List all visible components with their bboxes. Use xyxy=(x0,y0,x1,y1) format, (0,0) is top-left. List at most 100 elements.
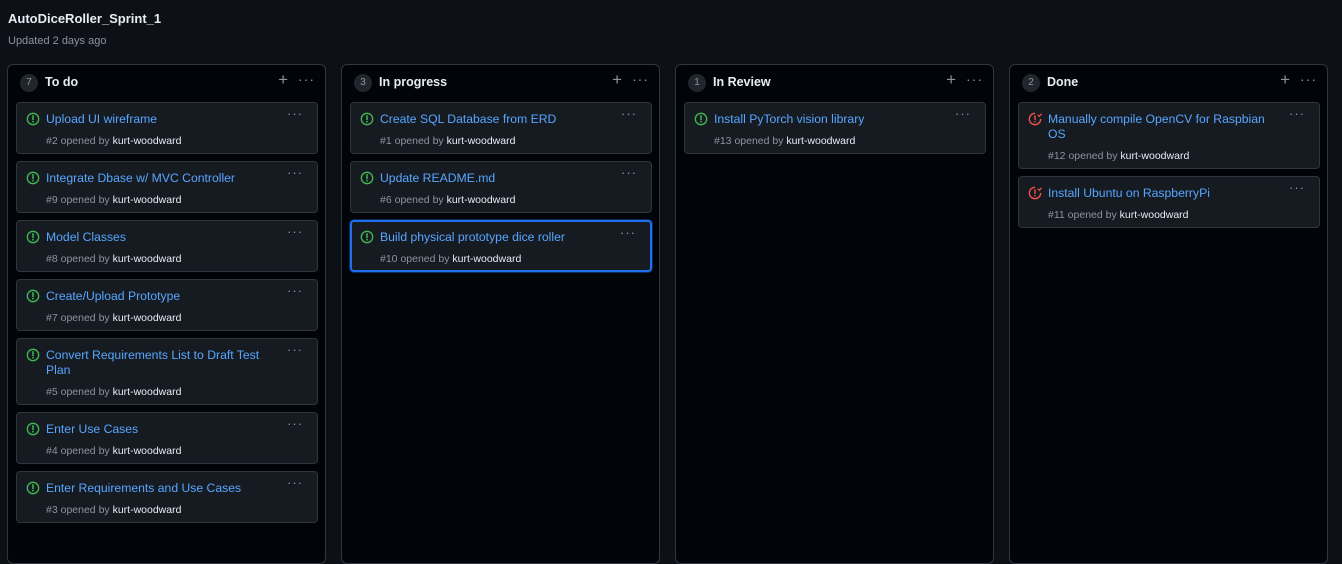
issue-card[interactable]: Install Ubuntu on RaspberryPi ··· #11 open… xyxy=(1018,176,1320,228)
issue-card[interactable]: Enter Use Cases ··· #4 opened by kurt-wood… xyxy=(16,412,318,464)
issue-opened-by: opened by xyxy=(60,253,110,265)
plus-icon[interactable]: + xyxy=(612,70,622,90)
kebab-horizontal-icon[interactable]: ··· xyxy=(287,342,303,357)
column-to-do: 7 To do + ··· Upload UI wireframe ··· #2 opene… xyxy=(7,64,326,564)
issue-meta: #13 opened by kurt-woodward xyxy=(714,135,855,147)
issue-opened-icon xyxy=(26,289,40,303)
issue-author-link[interactable]: kurt-woodward xyxy=(113,253,182,265)
issue-meta: #4 opened by kurt-woodward xyxy=(46,445,181,457)
issue-meta: #12 opened by kurt-woodward xyxy=(1048,150,1189,162)
issue-author-link[interactable]: kurt-woodward xyxy=(113,445,182,457)
issue-author-link[interactable]: kurt-woodward xyxy=(447,194,516,206)
issue-card[interactable]: Build physical prototype dice roller ··· #… xyxy=(350,220,652,272)
issue-opened-icon xyxy=(360,112,374,126)
issue-title-link[interactable]: Install Ubuntu on RaspberryPi xyxy=(1048,186,1284,201)
issue-title-link[interactable]: Manually compile OpenCV for Raspbian OS xyxy=(1048,112,1284,142)
issue-opened-by: opened by xyxy=(60,445,110,457)
issue-opened-by: opened by xyxy=(60,194,110,206)
issue-title-link[interactable]: Build physical prototype dice roller xyxy=(380,230,616,245)
issue-meta: #8 opened by kurt-woodward xyxy=(46,253,181,265)
issue-card[interactable]: Convert Requirements List to Draft Test … xyxy=(16,338,318,405)
issue-meta: #3 opened by kurt-woodward xyxy=(46,504,181,516)
issue-card[interactable]: Integrate Dbase w/ MVC Controller ··· #9 o… xyxy=(16,161,318,213)
issue-title-link[interactable]: Integrate Dbase w/ MVC Controller xyxy=(46,171,282,186)
issue-title-link[interactable]: Enter Use Cases xyxy=(46,422,282,437)
issue-opened-icon xyxy=(26,348,40,362)
issue-author-link[interactable]: kurt-woodward xyxy=(452,253,521,265)
issue-meta: #10 opened by kurt-woodward xyxy=(380,253,521,265)
issue-opened-by: opened by xyxy=(1068,150,1118,162)
issue-closed-icon xyxy=(1028,112,1043,126)
kebab-horizontal-icon[interactable]: ··· xyxy=(298,69,315,89)
kebab-horizontal-icon[interactable]: ··· xyxy=(1289,106,1305,121)
column-title: In Review xyxy=(713,75,771,89)
kebab-horizontal-icon[interactable]: ··· xyxy=(966,69,983,89)
column-count-badge: 2 xyxy=(1022,74,1040,92)
project-board: 7 To do + ··· Upload UI wireframe ··· #2 opene… xyxy=(7,64,1335,564)
issue-opened-icon xyxy=(26,422,40,436)
kebab-horizontal-icon[interactable]: ··· xyxy=(287,416,303,431)
issue-author-link[interactable]: kurt-woodward xyxy=(113,135,182,147)
issue-opened-by: opened by xyxy=(1067,209,1117,221)
issue-number: #6 xyxy=(380,194,392,206)
issue-number: #10 xyxy=(380,253,398,265)
column-done: 2 Done + ··· Manually compile OpenCV for Ras… xyxy=(1009,64,1328,564)
plus-icon[interactable]: + xyxy=(1280,70,1290,90)
column-title: To do xyxy=(45,75,79,89)
issue-title-link[interactable]: Upload UI wireframe xyxy=(46,112,282,127)
issue-opened-icon xyxy=(360,230,374,244)
issue-card[interactable]: Model Classes ··· #8 opened by kurt-woodwa… xyxy=(16,220,318,272)
issue-author-link[interactable]: kurt-woodward xyxy=(786,135,855,147)
issue-opened-icon xyxy=(26,481,40,495)
issue-author-link[interactable]: kurt-woodward xyxy=(113,312,182,324)
issue-author-link[interactable]: kurt-woodward xyxy=(1120,150,1189,162)
kebab-horizontal-icon[interactable]: ··· xyxy=(621,106,637,121)
issue-opened-by: opened by xyxy=(400,253,450,265)
kebab-horizontal-icon[interactable]: ··· xyxy=(632,69,649,89)
issue-number: #4 xyxy=(46,445,58,457)
issue-title-link[interactable]: Update README.md xyxy=(380,171,616,186)
issue-number: #11 xyxy=(1048,209,1065,221)
issue-card[interactable]: Create/Upload Prototype ··· #7 opened by k… xyxy=(16,279,318,331)
kebab-horizontal-icon[interactable]: ··· xyxy=(287,475,303,490)
kebab-horizontal-icon[interactable]: ··· xyxy=(287,165,303,180)
issue-author-link[interactable]: kurt-woodward xyxy=(447,135,516,147)
kebab-horizontal-icon[interactable]: ··· xyxy=(620,225,636,240)
kebab-horizontal-icon[interactable]: ··· xyxy=(1289,180,1305,195)
column-count-badge: 3 xyxy=(354,74,372,92)
issue-title-link[interactable]: Enter Requirements and Use Cases xyxy=(46,481,282,496)
plus-icon[interactable]: + xyxy=(946,70,956,90)
issue-opened-by: opened by xyxy=(394,135,444,147)
kebab-horizontal-icon[interactable]: ··· xyxy=(955,106,971,121)
issue-meta: #5 opened by kurt-woodward xyxy=(46,386,181,398)
issue-number: #1 xyxy=(380,135,392,147)
issue-opened-by: opened by xyxy=(60,386,110,398)
kebab-horizontal-icon[interactable]: ··· xyxy=(287,283,303,298)
kebab-horizontal-icon[interactable]: ··· xyxy=(287,106,303,121)
issue-card[interactable]: Manually compile OpenCV for Raspbian OS ·… xyxy=(1018,102,1320,169)
kebab-horizontal-icon[interactable]: ··· xyxy=(1300,69,1317,89)
issue-card[interactable]: Enter Requirements and Use Cases ··· #3 op… xyxy=(16,471,318,523)
kebab-horizontal-icon[interactable]: ··· xyxy=(621,165,637,180)
issue-title-link[interactable]: Install PyTorch vision library xyxy=(714,112,950,127)
kebab-horizontal-icon[interactable]: ··· xyxy=(287,224,303,239)
issue-opened-by: opened by xyxy=(394,194,444,206)
issue-author-link[interactable]: kurt-woodward xyxy=(113,504,182,516)
issue-title-link[interactable]: Create SQL Database from ERD xyxy=(380,112,616,127)
issue-opened-icon xyxy=(26,230,40,244)
issue-card[interactable]: Create SQL Database from ERD ··· #1 opened… xyxy=(350,102,652,154)
issue-title-link[interactable]: Model Classes xyxy=(46,230,282,245)
issue-number: #3 xyxy=(46,504,58,516)
issue-card[interactable]: Update README.md ··· #6 opened by kurt-woo… xyxy=(350,161,652,213)
plus-icon[interactable]: + xyxy=(278,70,288,90)
issue-card[interactable]: Install PyTorch vision library ··· #13 ope… xyxy=(684,102,986,154)
issue-opened-icon xyxy=(26,171,40,185)
issue-title-link[interactable]: Convert Requirements List to Draft Test … xyxy=(46,348,282,378)
issue-author-link[interactable]: kurt-woodward xyxy=(113,194,182,206)
issue-author-link[interactable]: kurt-woodward xyxy=(1120,209,1189,221)
column-header: 7 To do + ··· xyxy=(8,65,325,101)
issue-title-link[interactable]: Create/Upload Prototype xyxy=(46,289,282,304)
issue-author-link[interactable]: kurt-woodward xyxy=(113,386,182,398)
issue-card[interactable]: Upload UI wireframe ··· #2 opened by kurt-… xyxy=(16,102,318,154)
issue-number: #5 xyxy=(46,386,58,398)
